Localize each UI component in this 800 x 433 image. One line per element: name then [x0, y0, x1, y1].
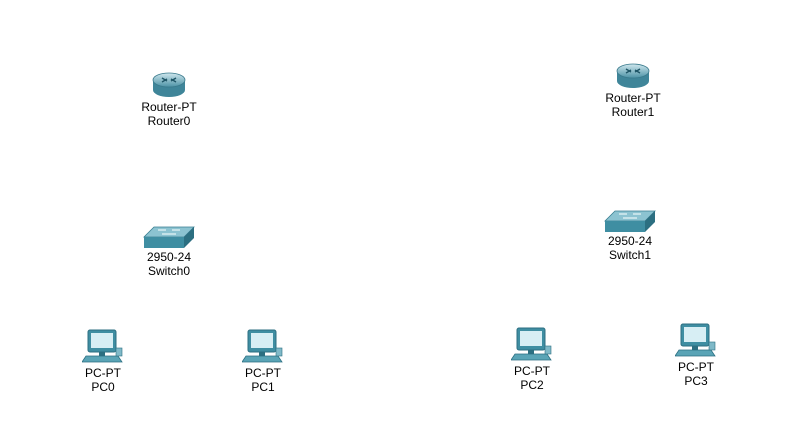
device-switch1[interactable]: 2950-24 Switch1: [585, 208, 675, 262]
device-model-label: 2950-24: [607, 234, 653, 248]
device-pc3[interactable]: PC-PT PC3: [651, 322, 741, 388]
device-name-label: PC3: [684, 374, 708, 388]
device-pc2[interactable]: PC-PT PC2: [487, 326, 577, 392]
device-name-label: Router0: [147, 114, 191, 128]
device-name-label: Router1: [611, 105, 655, 119]
device-pc1[interactable]: PC-PT PC1: [218, 328, 308, 394]
device-router1[interactable]: Router-PT Router1: [588, 61, 678, 119]
device-model-label: PC-PT: [85, 366, 121, 380]
device-name-label: PC1: [251, 380, 275, 394]
device-router0[interactable]: Router-PT Router0: [124, 70, 214, 128]
device-model-label: 2950-24: [146, 250, 192, 264]
router-icon: [613, 61, 653, 91]
router-icon: [149, 70, 189, 100]
switch-icon: [142, 224, 196, 250]
pc-icon: [511, 326, 553, 364]
device-switch0[interactable]: 2950-24 Switch0: [124, 224, 214, 278]
pc-icon: [242, 328, 284, 366]
device-name-label: PC2: [520, 378, 544, 392]
pc-icon: [675, 322, 717, 360]
device-model-label: Router-PT: [141, 100, 197, 114]
device-name-label: PC0: [91, 380, 115, 394]
device-model-label: PC-PT: [678, 360, 714, 374]
device-name-label: Switch0: [147, 264, 191, 278]
device-model-label: PC-PT: [514, 364, 550, 378]
device-pc0[interactable]: PC-PT PC0: [58, 328, 148, 394]
device-model-label: PC-PT: [245, 366, 281, 380]
topology-workspace[interactable]: Router-PT Router0 Router-PT Router1 2950…: [0, 0, 800, 433]
switch-icon: [603, 208, 657, 234]
device-name-label: Switch1: [608, 248, 652, 262]
pc-icon: [82, 328, 124, 366]
device-model-label: Router-PT: [605, 91, 661, 105]
